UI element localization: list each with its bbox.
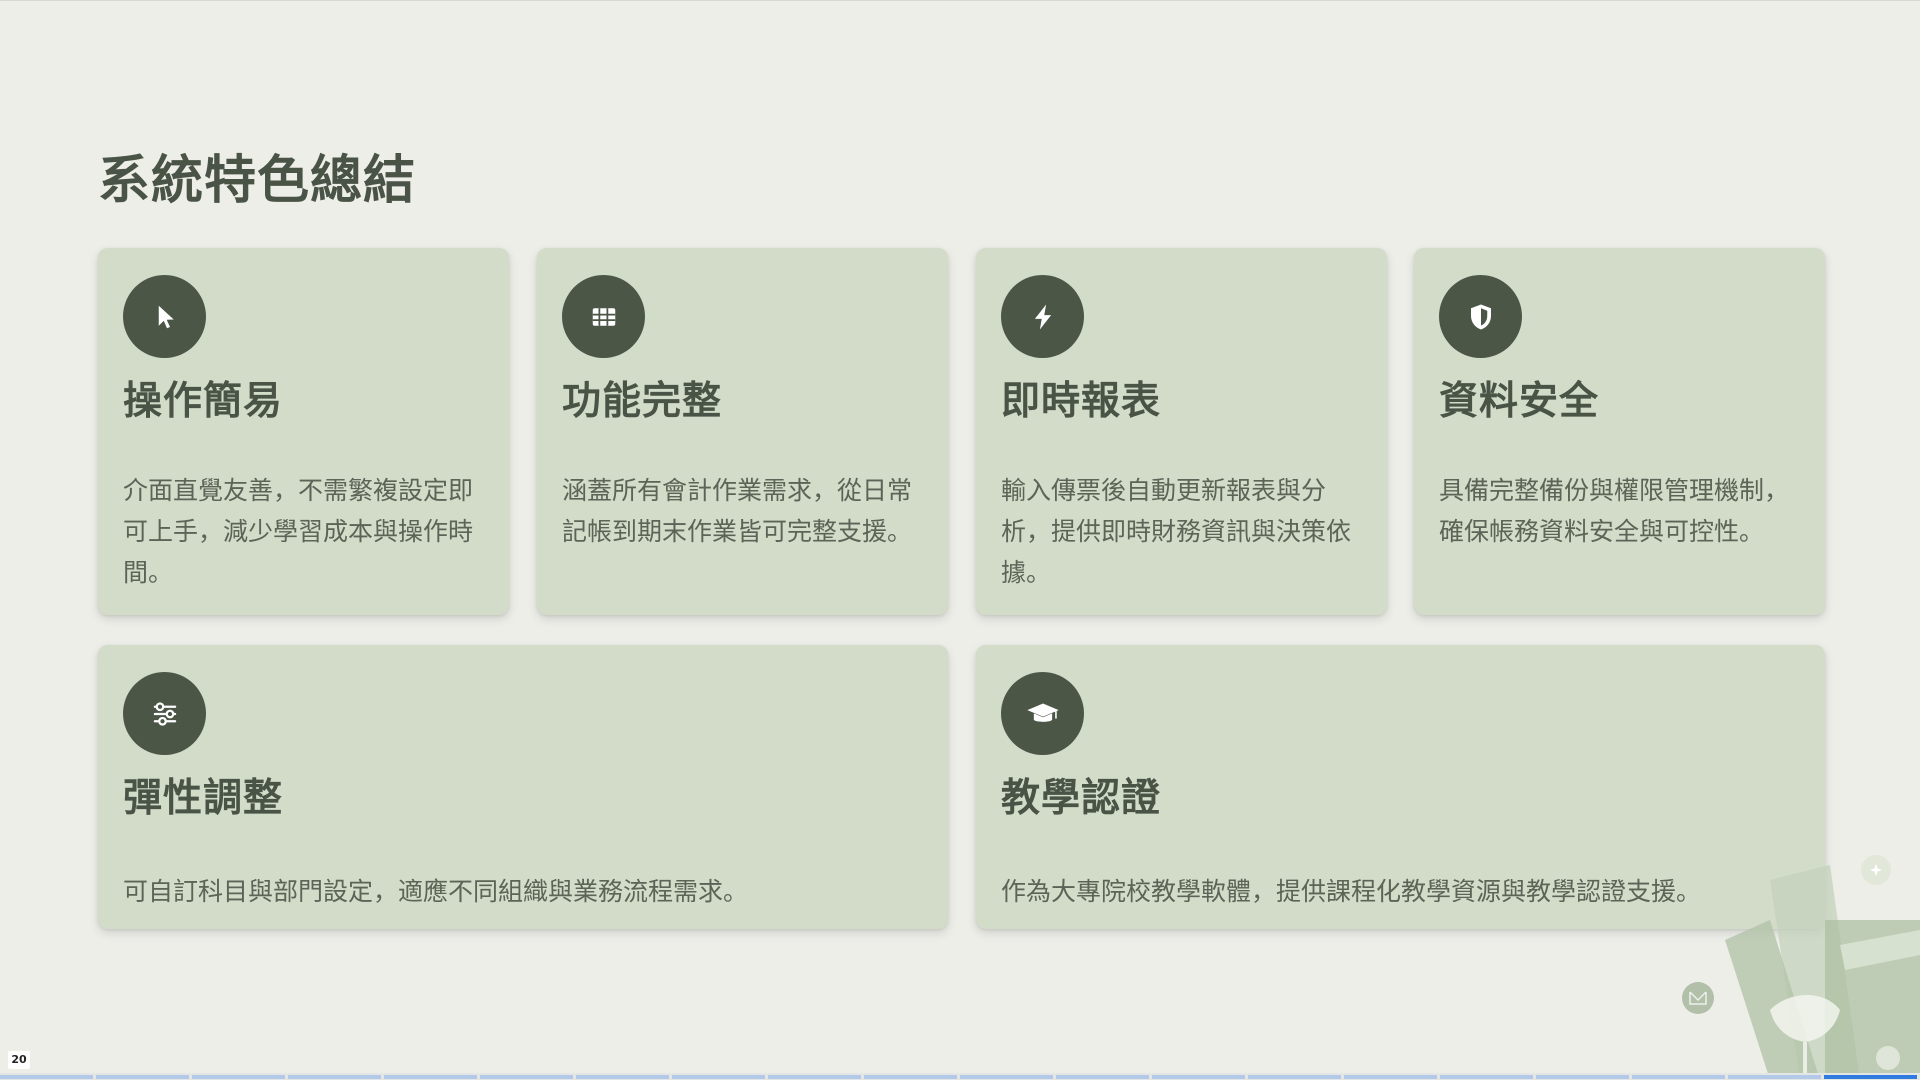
feature-card-data-security: 資料安全 具備完整備份與權限管理機制，確保帳務資料安全與可控性。	[1414, 248, 1825, 615]
progress-segment[interactable]	[96, 1075, 189, 1079]
progress-segment[interactable]	[192, 1075, 285, 1079]
card-title: 操作簡易	[123, 379, 284, 424]
card-title: 教學認證	[1001, 776, 1162, 821]
card-description: 涵蓋所有會計作業需求，從日常記帳到期末作業皆可完整支援。	[562, 476, 913, 546]
slide-number-badge: 20	[8, 1051, 30, 1069]
card-title: 功能完整	[562, 379, 723, 424]
progress-segment[interactable]	[1440, 1075, 1533, 1079]
card-title: 資料安全	[1439, 379, 1600, 424]
progress-segment[interactable]	[384, 1075, 477, 1079]
progress-segment[interactable]	[1248, 1075, 1341, 1079]
progress-segment[interactable]	[1056, 1075, 1149, 1079]
progress-segment[interactable]	[1152, 1075, 1245, 1079]
slide-progress-bar[interactable]	[0, 1073, 1920, 1080]
progress-segment[interactable]	[576, 1075, 669, 1079]
table-icon	[562, 275, 645, 358]
feature-card-flexible-adjustment: 彈性調整 可自訂科目與部門設定，適應不同組織與業務流程需求。	[98, 645, 948, 929]
progress-segment[interactable]	[1632, 1075, 1725, 1079]
shield-icon	[1439, 275, 1522, 358]
progress-segment[interactable]	[288, 1075, 381, 1079]
progress-segment[interactable]	[1344, 1075, 1437, 1079]
card-description: 可自訂科目與部門設定，適應不同組織與業務流程需求。	[123, 877, 749, 906]
page-title: 系統特色總結	[98, 151, 417, 211]
cursor-icon	[123, 275, 206, 358]
bolt-icon	[1001, 275, 1084, 358]
card-title: 即時報表	[1001, 379, 1162, 424]
card-description: 輸入傳票後自動更新報表與分析，提供即時財務資訊與決策依據。	[1001, 476, 1352, 587]
feature-card-realtime-reports: 即時報表 輸入傳票後自動更新報表與分析，提供即時財務資訊與決策依據。	[976, 248, 1387, 615]
card-title: 彈性調整	[123, 776, 284, 821]
progress-segment[interactable]	[480, 1075, 573, 1079]
progress-segment[interactable]	[1728, 1075, 1821, 1079]
progress-segment[interactable]	[672, 1075, 765, 1079]
card-description: 介面直覺友善，不需繁複設定即可上手，減少學習成本與操作時間。	[123, 476, 474, 587]
decorative-illustration	[1682, 855, 1920, 1080]
progress-segment[interactable]	[864, 1075, 957, 1079]
progress-segment[interactable]	[960, 1075, 1053, 1079]
sliders-icon	[123, 672, 206, 755]
progress-segment[interactable]	[0, 1075, 93, 1079]
top-border	[0, 0, 1920, 1]
feature-card-complete-functions: 功能完整 涵蓋所有會計作業需求，從日常記帳到期末作業皆可完整支援。	[537, 248, 948, 615]
feature-card-easy-operation: 操作簡易 介面直覺友善，不需繁複設定即可上手，減少學習成本與操作時間。	[98, 248, 509, 615]
progress-segment[interactable]	[1824, 1075, 1917, 1079]
card-description: 具備完整備份與權限管理機制，確保帳務資料安全與可控性。	[1439, 476, 1790, 546]
progress-segment[interactable]	[1536, 1075, 1629, 1079]
progress-segment[interactable]	[768, 1075, 861, 1079]
graduation-cap-icon	[1001, 672, 1084, 755]
